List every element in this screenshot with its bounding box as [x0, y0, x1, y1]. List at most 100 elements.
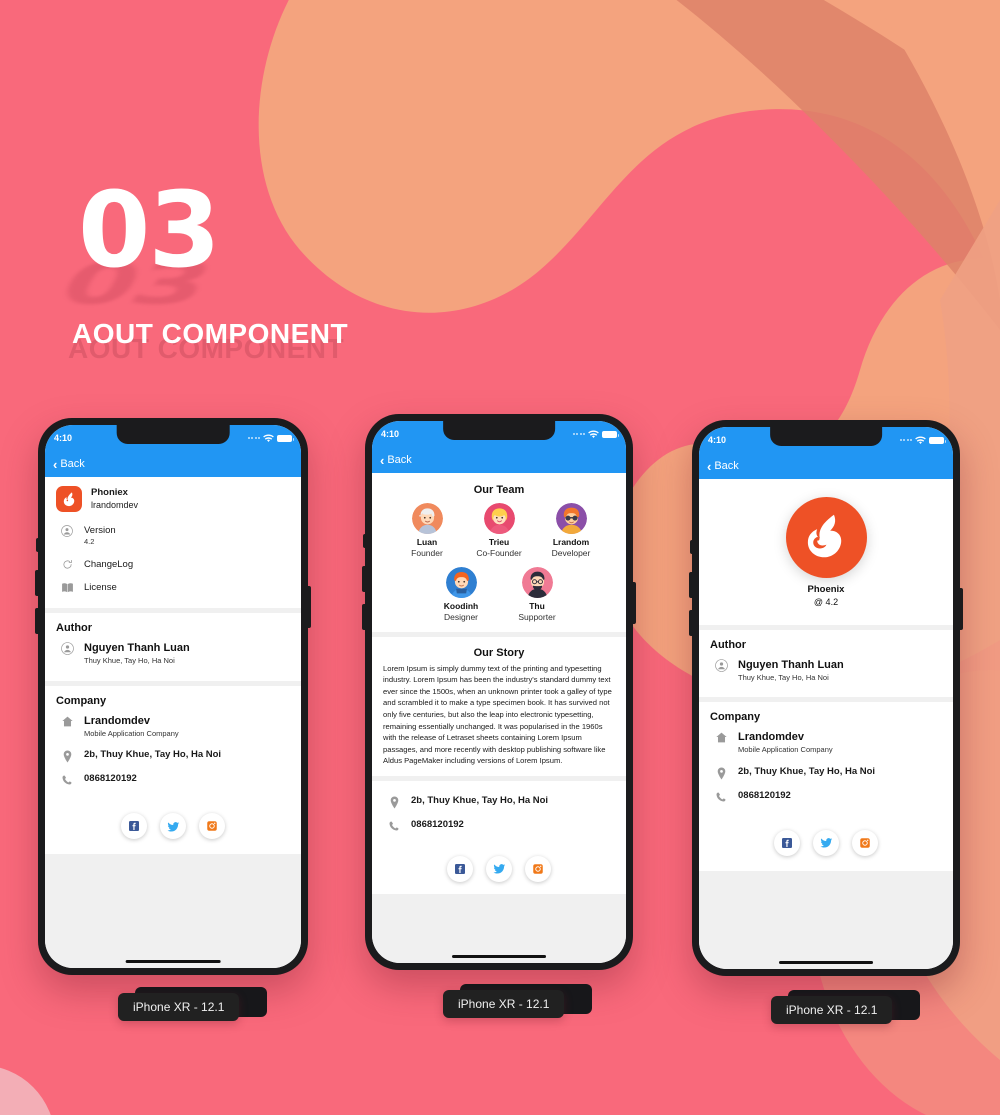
social-links-row	[45, 800, 301, 855]
notch	[116, 425, 230, 444]
page-title: AOUT COMPONENT	[72, 318, 349, 349]
home-icon	[59, 714, 75, 728]
logo-card: Phoenix @ 4.2	[699, 479, 953, 625]
device-label-phone3: iPhone XR - 12.1	[771, 996, 893, 1024]
nav-bar: ‹ Back	[372, 447, 626, 473]
company-section-title: Company	[710, 711, 761, 724]
back-button-label[interactable]: Back	[60, 458, 84, 470]
phone-mockup-team: 4:10 ‹ Back Our Team Luan Founder Trieu …	[362, 414, 636, 970]
status-time: 4:10	[708, 435, 727, 445]
mute-switch	[363, 534, 366, 548]
app-name: Phoniex	[91, 486, 128, 498]
nav-bar: ‹ Back	[45, 451, 301, 477]
author-row: Nguyen Thanh Luan Thuy Khue, Tay Ho, Ha …	[710, 653, 942, 688]
volume-up-button	[362, 566, 366, 592]
twitter-icon[interactable]	[486, 855, 512, 882]
power-button	[632, 582, 636, 624]
license-row[interactable]: License	[56, 576, 290, 599]
team-member[interactable]: Trieu Co-Founder	[473, 503, 525, 560]
team-member[interactable]: Koodinh Designer	[435, 566, 487, 624]
team-member-name: Koodinh	[443, 600, 479, 611]
team-member-name: Thu	[529, 600, 545, 611]
instagram-icon[interactable]	[852, 829, 878, 856]
team-screen-body: Our Team Luan Founder Trieu Co-Founder L…	[372, 473, 626, 963]
team-member-role: Supporter	[518, 612, 556, 623]
company-phone-row[interactable]: 0868120192	[710, 785, 942, 808]
volume-down-button	[689, 610, 693, 636]
author-name: Nguyen Thanh Luan	[738, 658, 844, 671]
company-phone-row[interactable]: 0868120192	[56, 768, 290, 791]
mute-switch	[690, 540, 693, 554]
story-card: Our Story Lorem Ipsum is simply dummy te…	[372, 636, 626, 776]
company-card: Company Lrandomdev Mobile Application Co…	[699, 702, 953, 817]
volume-up-button	[689, 572, 693, 598]
company-name-row: Lrandomdev Mobile Application Company	[56, 709, 290, 744]
twitter-icon[interactable]	[160, 813, 186, 840]
author-card: Author Nguyen Thanh Luan Thuy Khue, Tay …	[45, 613, 301, 681]
team-member[interactable]: Lrandom Developer	[545, 503, 597, 560]
team-member-name: Lrandom	[552, 537, 590, 547]
avatar-luan	[411, 503, 443, 534]
power-button	[959, 588, 963, 630]
phoenix-app-icon	[56, 486, 82, 512]
facebook-icon[interactable]	[774, 829, 800, 856]
signal-dots-icon	[899, 439, 912, 441]
team-member-role: Designer	[443, 612, 479, 623]
chevron-left-icon[interactable]: ‹	[380, 454, 384, 467]
home-indicator	[779, 961, 873, 964]
license-label: License	[84, 582, 117, 594]
author-card: Author Nguyen Thanh Luan Thuy Khue, Tay …	[699, 629, 953, 698]
company-name: Lrandomdev	[84, 714, 151, 727]
contact-address-row[interactable]: 2b, Thuy Khue, Tay Ho, Ha Noi	[383, 790, 615, 814]
person-icon	[59, 524, 75, 537]
home-indicator	[452, 955, 546, 958]
version-label: Version	[84, 525, 116, 536]
volume-down-button	[362, 604, 366, 630]
facebook-icon[interactable]	[121, 813, 147, 840]
status-time: 4:10	[381, 429, 400, 439]
refresh-icon	[59, 558, 75, 570]
wifi-icon	[263, 434, 274, 442]
team-member[interactable]: Thu Supporter	[511, 566, 563, 624]
company-section-title: Company	[56, 694, 107, 707]
chevron-left-icon[interactable]: ‹	[707, 460, 711, 473]
logo-app-version: @ 4.2	[813, 597, 839, 608]
version-row[interactable]: Version 4.2	[56, 519, 290, 553]
team-section-title: Our Team	[473, 484, 525, 496]
instagram-icon[interactable]	[525, 855, 551, 882]
back-button-label[interactable]: Back	[387, 454, 411, 466]
battery-full-icon	[602, 430, 619, 438]
phone-icon	[713, 790, 729, 803]
phone-icon	[59, 773, 75, 786]
instagram-icon[interactable]	[199, 813, 225, 840]
home-indicator	[125, 960, 221, 963]
team-member[interactable]: Luan Founder	[401, 503, 453, 560]
changelog-row[interactable]: ChangeLog	[56, 553, 290, 576]
team-row-1: Luan Founder Trieu Co-Founder Lrandom De…	[383, 503, 615, 560]
company-address: 2b, Thuy Khue, Tay Ho, Ha Noi	[84, 749, 222, 761]
company-tagline: Mobile Application Company	[84, 728, 179, 738]
app-info-card: Phoniex lrandomdev Version 4.2 ChangeLog…	[45, 477, 301, 609]
person-icon	[59, 641, 75, 656]
facebook-icon[interactable]	[447, 855, 473, 882]
power-button	[307, 586, 311, 628]
company-phone: 0868120192	[738, 789, 791, 801]
contact-phone-row[interactable]: 0868120192	[383, 814, 615, 837]
team-member-name: Trieu	[488, 537, 510, 547]
company-address-row[interactable]: 2b, Thuy Khue, Tay Ho, Ha Noi	[56, 744, 290, 768]
twitter-icon[interactable]	[813, 829, 839, 856]
section-number: 03	[78, 169, 221, 291]
avatar-thu	[521, 566, 553, 598]
notch	[443, 421, 555, 440]
device-label-phone1: iPhone XR - 12.1	[118, 993, 240, 1021]
author-name: Nguyen Thanh Luan	[84, 642, 190, 655]
back-button-label[interactable]: Back	[714, 460, 738, 472]
device-label-phone2: iPhone XR - 12.1	[443, 990, 565, 1018]
location-pin-icon	[386, 795, 402, 809]
battery-full-icon	[929, 436, 946, 444]
chevron-left-icon[interactable]: ‹	[53, 458, 57, 471]
author-address: Thuy Khue, Tay Ho, Ha Noi	[84, 656, 175, 666]
company-address-row[interactable]: 2b, Thuy Khue, Tay Ho, Ha Noi	[710, 761, 942, 785]
team-member-name: Luan	[416, 537, 438, 547]
version-value: 4.2	[84, 537, 95, 547]
